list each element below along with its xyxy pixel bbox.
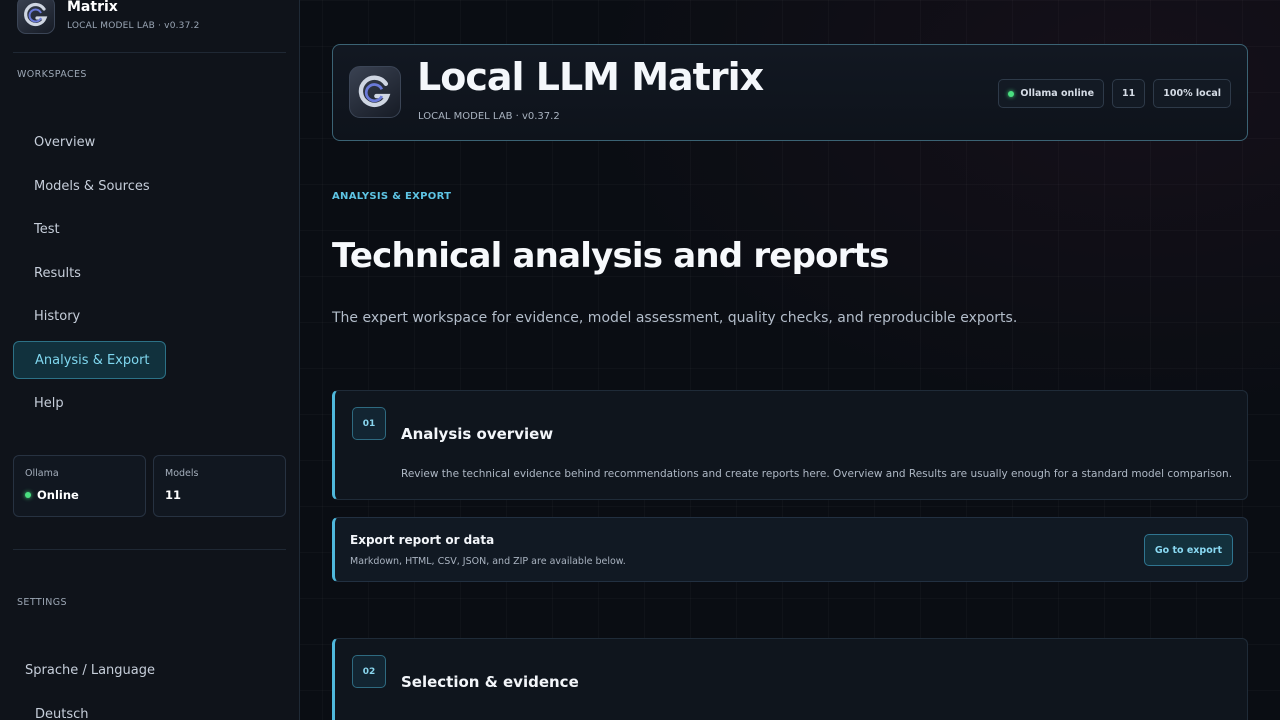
- ollama-online-text: Ollama online: [1020, 88, 1095, 99]
- brand[interactable]: Matrix LOCAL MODEL LAB · v0.37.2: [17, 0, 200, 34]
- brand-subtitle: LOCAL MODEL LAB · v0.37.2: [67, 21, 200, 31]
- app-header-card: Local LLM Matrix LOCAL MODEL LAB · v0.37…: [332, 44, 1248, 141]
- section-eyebrow: ANALYSIS & EXPORT: [332, 191, 452, 202]
- language-label: Sprache / Language: [25, 663, 155, 678]
- export-subtitle: Markdown, HTML, CSV, JSON, and ZIP are a…: [350, 556, 626, 567]
- sidebar-item-history[interactable]: History: [13, 297, 166, 335]
- app-title: Local LLM Matrix: [417, 55, 764, 99]
- step-number-badge: 02: [352, 655, 386, 688]
- page-title: Technical analysis and reports: [332, 236, 889, 276]
- analysis-overview-panel: 01 Analysis overview Review the technica…: [332, 390, 1248, 500]
- models-count-chip: 11: [1112, 79, 1146, 108]
- settings-label: SETTINGS: [17, 597, 67, 608]
- selection-evidence-panel: 02 Selection & evidence: [332, 638, 1248, 720]
- app-subtitle: LOCAL MODEL LAB · v0.37.2: [418, 111, 560, 122]
- models-count-card: Models 11: [153, 455, 286, 517]
- panel-title: Selection & evidence: [401, 673, 579, 691]
- sidebar-item-help[interactable]: Help: [13, 384, 166, 422]
- export-title: Export report or data: [350, 533, 495, 547]
- language-select[interactable]: Deutsch: [35, 707, 89, 720]
- sidebar-item-analysis-export[interactable]: Analysis & Export: [13, 341, 166, 379]
- ollama-status-card: Ollama Online: [13, 455, 146, 517]
- sidebar-item-test[interactable]: Test: [13, 210, 166, 248]
- panel-title: Analysis overview: [401, 425, 554, 443]
- local-chip: 100% local: [1153, 79, 1231, 108]
- page-description: The expert workspace for evidence, model…: [332, 310, 1018, 326]
- sidebar-divider: [13, 52, 286, 53]
- ollama-online-chip: Ollama online: [998, 79, 1105, 108]
- app-logo-icon: [349, 66, 401, 118]
- go-to-export-button[interactable]: Go to export: [1143, 534, 1233, 566]
- models-count-label: Models: [165, 468, 199, 479]
- sidebar-item-models-sources[interactable]: Models & Sources: [13, 167, 166, 205]
- workspaces-label: WORKSPACES: [17, 69, 87, 80]
- sidebar-item-results[interactable]: Results: [13, 254, 166, 292]
- sidebar: Matrix LOCAL MODEL LAB · v0.37.2 WORKSPA…: [0, 0, 300, 720]
- ollama-status-label: Ollama: [25, 468, 59, 479]
- ollama-status-value: Online: [37, 488, 79, 502]
- panel-text: Review the technical evidence behind rec…: [401, 468, 1233, 480]
- sidebar-divider: [13, 549, 286, 550]
- header-status-chips: Ollama online 11 100% local: [998, 79, 1231, 108]
- app-logo-icon: [17, 0, 55, 34]
- export-card: Export report or data Markdown, HTML, CS…: [332, 517, 1248, 582]
- sidebar-item-overview[interactable]: Overview: [13, 123, 166, 161]
- brand-title: Matrix: [67, 0, 118, 15]
- step-number-badge: 01: [352, 407, 386, 440]
- status-dot-icon: [1008, 90, 1015, 97]
- status-dot-icon: [25, 492, 31, 498]
- models-count-value: 11: [165, 488, 182, 502]
